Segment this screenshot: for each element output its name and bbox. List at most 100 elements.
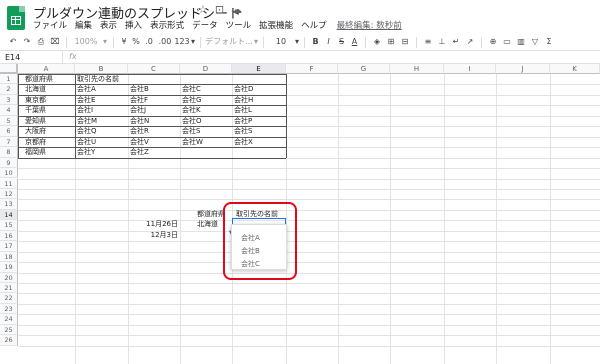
company-cell[interactable]: 会社Q	[75, 126, 99, 136]
star-icon[interactable]: ☆	[198, 3, 208, 16]
row-header-3[interactable]: 3	[0, 94, 18, 106]
decrease-decimal-button[interactable]: .0	[142, 35, 156, 49]
company-cell[interactable]: 会社O	[180, 116, 204, 126]
row-header-1[interactable]: 1	[0, 74, 18, 85]
vertical-align-icon[interactable]: ⊥	[435, 35, 449, 49]
rotate-icon[interactable]: ↗	[463, 35, 477, 49]
row-header-6[interactable]: 6	[0, 126, 18, 137]
company-cell[interactable]: 会社X	[232, 137, 255, 147]
row-header-2[interactable]: 2	[0, 84, 18, 95]
row-header-17[interactable]: 17	[0, 241, 18, 252]
text-color-button[interactable]: A	[348, 35, 361, 49]
prefecture-cell[interactable]: 東京都	[23, 95, 48, 105]
company-cell[interactable]: 会社Y	[75, 147, 97, 157]
cloud-status-icon[interactable]: ☁	[231, 3, 242, 16]
company-cell[interactable]: 会社L	[232, 105, 254, 115]
zoom-select[interactable]: 100%	[71, 35, 101, 49]
column-header-b[interactable]: B	[75, 64, 128, 74]
company-cell[interactable]: 会社I	[75, 105, 95, 115]
prefecture-cell[interactable]: 大阪府	[23, 126, 48, 136]
print-icon[interactable]: ⎙	[34, 35, 48, 49]
row-header-8[interactable]: 8	[0, 147, 18, 158]
company-cell[interactable]: 会社W	[180, 137, 205, 147]
row-header-26[interactable]: 26	[0, 335, 18, 346]
company-cell[interactable]: 会社K	[180, 105, 203, 115]
menu-help[interactable]: ヘルプ	[301, 19, 327, 31]
comment-icon[interactable]: ▭	[500, 35, 514, 49]
chart-icon[interactable]: ▥	[514, 35, 528, 49]
prefecture-cell[interactable]: 千葉県	[23, 105, 48, 115]
row-header-18[interactable]: 18	[0, 251, 18, 263]
functions-icon[interactable]: Σ	[542, 35, 556, 49]
column-header-g[interactable]: G	[338, 64, 390, 74]
company-cell[interactable]: 会社P	[232, 116, 254, 126]
percent-button[interactable]: %	[130, 35, 142, 49]
font-size-select[interactable]: 10	[268, 35, 294, 49]
menu-insert[interactable]: 挿入	[125, 19, 142, 31]
align-icon[interactable]: ≡	[421, 35, 435, 49]
row-header-15[interactable]: 15	[0, 220, 18, 231]
company-cell[interactable]: 会社G	[180, 95, 203, 105]
row-header-12[interactable]: 12	[0, 188, 18, 200]
merge-cells-icon[interactable]: ⊟	[398, 35, 412, 49]
menu-data[interactable]: データ	[192, 19, 218, 31]
number-format-button[interactable]: 123	[174, 35, 190, 49]
company-cell[interactable]: 会社H	[232, 95, 255, 105]
row-header-4[interactable]: 4	[0, 105, 18, 116]
company-cell[interactable]: 会社D	[232, 84, 255, 94]
menu-file[interactable]: ファイル	[33, 19, 67, 31]
italic-button[interactable]: I	[322, 35, 335, 49]
row-header-13[interactable]: 13	[0, 199, 18, 210]
row-header-9[interactable]: 9	[0, 157, 18, 169]
bold-button[interactable]: B	[309, 35, 322, 49]
date-cell[interactable]: 12月3日	[130, 230, 180, 240]
column-header-f[interactable]: F	[286, 64, 338, 74]
company-cell[interactable]: 会社E	[75, 95, 97, 105]
undo-icon[interactable]: ↶	[6, 35, 20, 49]
company-cell[interactable]: 会社S	[180, 126, 202, 136]
row-header-22[interactable]: 22	[0, 293, 18, 304]
link-icon[interactable]: ⊕	[486, 35, 500, 49]
redo-icon[interactable]: ↷	[20, 35, 34, 49]
column-header-c[interactable]: C	[128, 64, 180, 74]
company-cell[interactable]: 会社A	[75, 84, 98, 94]
filter-icon[interactable]: ▽	[528, 35, 542, 49]
table-header-company[interactable]: 取引先の名前	[75, 74, 121, 84]
borders-icon[interactable]: ⊞	[384, 35, 398, 49]
row-header-11[interactable]: 11	[0, 178, 18, 189]
paint-format-icon[interactable]: ⌧	[48, 35, 62, 49]
row-header-10[interactable]: 10	[0, 168, 18, 179]
fill-color-icon[interactable]: ◈	[370, 35, 384, 49]
wrap-icon[interactable]: ↵	[449, 35, 463, 49]
column-header-d[interactable]: D	[180, 64, 232, 74]
date-cell[interactable]: 11月26日	[130, 219, 180, 229]
menu-view[interactable]: 表示	[100, 19, 117, 31]
prefecture-cell[interactable]: 愛知県	[23, 116, 48, 126]
menu-extensions[interactable]: 拡張機能	[259, 19, 293, 31]
font-select[interactable]: デフォルト...	[205, 35, 253, 49]
company-cell[interactable]: 会社F	[128, 95, 150, 105]
move-folder-icon[interactable]: ⊡	[215, 3, 224, 16]
column-header-i[interactable]: I	[444, 64, 496, 74]
company-cell[interactable]: 会社C	[180, 84, 203, 94]
column-header-j[interactable]: J	[496, 64, 550, 74]
column-header-e[interactable]: E	[232, 64, 286, 74]
menu-tools[interactable]: ツール	[226, 19, 252, 31]
last-edit-link[interactable]: 最終編集: 数秒前	[337, 19, 402, 31]
name-box[interactable]: E14	[5, 52, 50, 63]
column-header-h[interactable]: H	[390, 64, 444, 74]
strikethrough-button[interactable]: S	[335, 35, 348, 49]
row-header-20[interactable]: 20	[0, 272, 18, 283]
row-header-23[interactable]: 23	[0, 303, 18, 315]
prefecture-cell[interactable]: 京都府	[23, 137, 48, 147]
currency-button[interactable]: ¥	[118, 35, 130, 49]
select-all-corner[interactable]	[0, 64, 18, 74]
row-header-5[interactable]: 5	[0, 115, 18, 127]
sheets-logo-icon[interactable]	[7, 6, 25, 30]
table-header-prefecture[interactable]: 都道府県	[23, 74, 55, 84]
row-header-7[interactable]: 7	[0, 136, 18, 148]
company-cell[interactable]: 会社S	[232, 126, 254, 136]
row-header-24[interactable]: 24	[0, 314, 18, 325]
increase-decimal-button[interactable]: .00	[156, 35, 174, 49]
column-header-k[interactable]: K	[550, 64, 600, 74]
